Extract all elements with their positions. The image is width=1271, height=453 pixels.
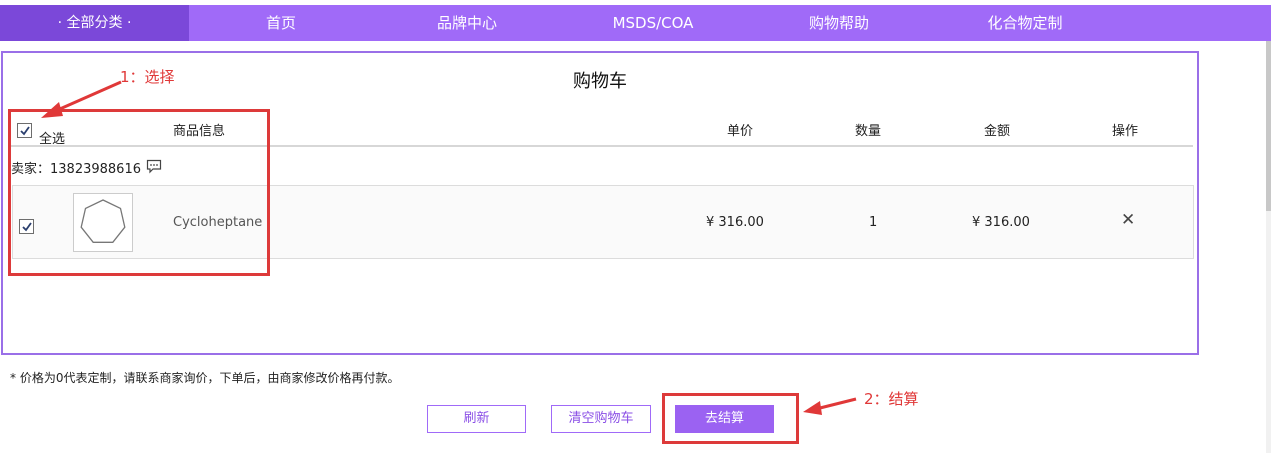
nav-all-categories[interactable]: · 全部分类 · xyxy=(0,5,189,41)
checkout-highlight-box xyxy=(662,393,799,444)
arrow-step2-icon xyxy=(803,397,857,415)
nav-item-shopping-help[interactable]: 购物帮助 xyxy=(789,5,889,41)
unit-price: ¥ 316.00 xyxy=(706,215,764,230)
top-navigation: · 全部分类 · 首页 品牌中心 MSDS/COA 购物帮助 化合物定制 xyxy=(0,5,1271,41)
page-title: 购物车 xyxy=(573,71,627,92)
nav-item-home[interactable]: 首页 xyxy=(231,5,331,41)
column-header-quantity: 数量 xyxy=(855,124,882,139)
annotation-step1: 1：选择 xyxy=(120,68,175,86)
close-icon[interactable]: ✕ xyxy=(1121,210,1135,230)
arrow-step1-icon xyxy=(41,80,122,118)
nav-item-brand-center[interactable]: 品牌中心 xyxy=(417,5,517,41)
price-note: * 价格为0代表定制，请联系商家询价，下单后，由商家修改价格再付款。 xyxy=(10,371,400,385)
column-header-unit-price: 单价 xyxy=(727,124,754,139)
amount-value: ¥ 316.00 xyxy=(972,215,1030,230)
annotation-step2: 2：结算 xyxy=(864,390,919,408)
quantity-value: 1 xyxy=(869,215,878,230)
scrollbar-thumb[interactable] xyxy=(1266,41,1271,211)
nav-item-compound-customization[interactable]: 化合物定制 xyxy=(965,5,1085,41)
nav-item-msds-coa[interactable]: MSDS/COA xyxy=(598,5,708,41)
column-header-amount: 金额 xyxy=(984,124,1011,139)
refresh-button[interactable]: 刷新 xyxy=(427,405,526,433)
column-header-action: 操作 xyxy=(1112,124,1139,139)
clear-cart-button[interactable]: 清空购物车 xyxy=(551,405,651,433)
selection-highlight-box xyxy=(8,109,270,276)
